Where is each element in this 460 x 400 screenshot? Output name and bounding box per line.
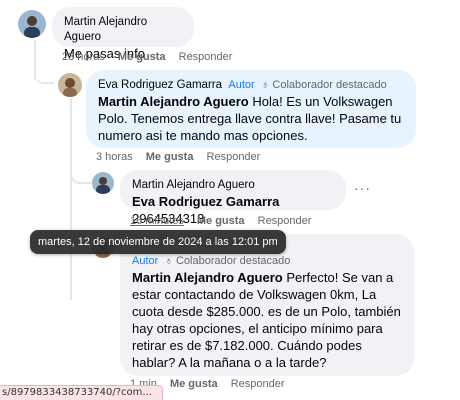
comment-text: Martin Alejandro Aguero Hola! Es un Volk… — [98, 93, 404, 144]
badge-icon: ♁ — [164, 255, 173, 267]
mention-link[interactable]: Eva Rodriguez Gamarra — [132, 194, 279, 209]
comment-actions: 23 horas Me gusta Responder — [62, 51, 242, 63]
like-button[interactable]: Me gusta — [118, 51, 166, 63]
avatar[interactable] — [92, 172, 114, 194]
comment-actions: 16 minutos Me gusta Responder — [130, 215, 321, 227]
comment-body: Perfecto! Se van a estar contactando de … — [132, 270, 401, 370]
thread-connector — [70, 160, 94, 184]
reply-button[interactable]: Responder — [179, 51, 233, 63]
mention-link[interactable]: Martin Alejandro Aguero — [98, 94, 249, 109]
badge-icon: ♁ — [261, 79, 270, 91]
comment-header: Eva Rodriguez Gamarra Autor ♁ Colaborado… — [98, 78, 404, 93]
comment-bubble: Eva Rodriguez Gamarra Autor ♁ Colaborado… — [86, 70, 416, 148]
author-badge: Autor — [132, 255, 159, 267]
contributor-label: Colaborador destacado — [176, 255, 291, 267]
thread-connector — [34, 60, 54, 84]
comment-time[interactable]: 23 horas — [62, 51, 105, 63]
status-url: s/8979833438733740/?com... — [0, 385, 163, 400]
comment-bubble: Autor ♁ Colaborador destacado Martin Ale… — [120, 234, 414, 376]
author-badge: Autor — [228, 79, 255, 91]
comment-bubble: Martin Alejandro Aguero Eva Rodriguez Ga… — [120, 170, 346, 226]
reply-button[interactable]: Responder — [258, 215, 312, 227]
comment-author[interactable]: Martin Alejandro Aguero — [64, 15, 182, 45]
timestamp-tooltip: martes, 12 de noviembre de 2024 a las 12… — [30, 230, 286, 254]
comment-text: Martin Alejandro Aguero Perfecto! Se van… — [132, 269, 402, 371]
reply-button[interactable]: Responder — [207, 151, 261, 163]
comment-actions: 3 horas Me gusta Responder — [96, 151, 270, 163]
contributor-badge: ♁ Colaborador destacado — [261, 79, 387, 91]
contributor-badge: ♁ Colaborador destacado — [165, 255, 291, 267]
like-button[interactable]: Me gusta — [197, 215, 245, 227]
comment-author[interactable]: Eva Rodriguez Gamarra — [98, 79, 222, 91]
avatar[interactable] — [58, 73, 82, 97]
comment-author[interactable]: Martin Alejandro Aguero — [132, 178, 334, 193]
mention-link[interactable]: Martin Alejandro Aguero — [132, 270, 283, 285]
comment-time[interactable]: 16 minutos — [130, 215, 184, 227]
like-button[interactable]: Me gusta — [146, 151, 194, 163]
reply-button[interactable]: Responder — [231, 378, 285, 390]
like-button[interactable]: Me gusta — [170, 378, 218, 390]
comment-bubble: Martin Alejandro Aguero Me pasas info — [52, 7, 194, 61]
comment-time[interactable]: 3 horas — [96, 151, 133, 163]
more-options-icon[interactable]: ··· — [354, 180, 371, 196]
contributor-label: Colaborador destacado — [272, 79, 387, 91]
avatar[interactable] — [18, 10, 46, 38]
comment-header: Autor ♁ Colaborador destacado — [132, 254, 402, 269]
